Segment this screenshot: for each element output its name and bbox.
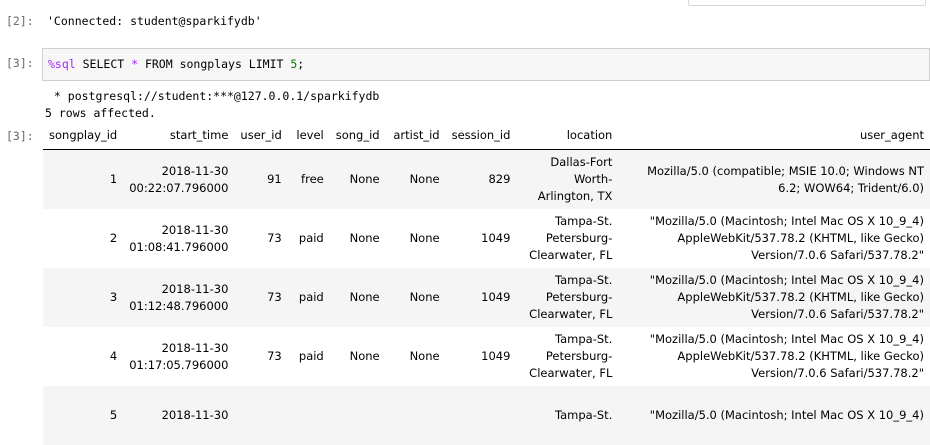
table-cell: None [409,172,440,186]
rows-affected-line: 5 rows affected. [45,106,156,120]
code-semicolon: ; [297,57,305,71]
output-prompt-2: [2]: [6,14,34,28]
code-from: FROM songplays LIMIT [138,57,291,71]
table-cell: "Mozilla/5.0 (Macintosh; Intel Mac OS X … [649,408,924,422]
table-row: 5 2018-11-30 Tampa-St. "Mozilla/5.0 (Mac… [43,386,930,445]
output-prompt-3: [3]: [6,129,34,143]
cell-2-output: 'Connected: student@sparkifydb' [47,14,262,28]
code-select: SELECT [75,57,132,71]
table-cell: 2018-11-30 01:12:48.796000 [129,281,229,313]
table-cell: Dallas-Fort Worth-Arlington, TX [537,155,613,203]
table-cell: None [349,172,380,186]
column-header: user_id [234,124,288,150]
table-cell: Mozilla/5.0 (compatible; MSIE 10.0; Wind… [647,163,924,195]
table-row: 2 2018-11-30 01:08:41.796000 73 paid Non… [43,209,930,268]
table-cell: Tampa-St. [555,408,613,422]
table-cell [234,386,287,445]
column-header: artist_id [385,124,446,150]
table-row: 3 2018-11-30 01:12:48.796000 73 paid Non… [43,268,930,327]
table-cell [446,386,517,445]
table-cell: Tampa-St. Petersburg-Clearwater, FL [529,332,613,380]
table-cell [330,386,386,445]
column-header: song_id [329,124,386,150]
previous-cell-box[interactable] [688,0,926,6]
table-cell: 2018-11-30 01:17:05.796000 [129,340,229,372]
table-row: 4 2018-11-30 01:17:05.796000 73 paid Non… [43,327,930,386]
table-cell: 4 [109,349,118,363]
input-prompt-3: [3]: [6,56,34,70]
code-editor[interactable]: %sql SELECT * FROM songplays LIMIT 5; [48,57,304,71]
column-header: session_id [445,124,517,150]
table-row: 1 2018-11-30 00:22:07.796000 91 free Non… [43,149,930,209]
table-cell: Tampa-St. Petersburg-Clearwater, FL [529,214,613,262]
table-cell: 2018-11-30 [161,408,229,422]
column-header: level [287,124,330,150]
table-cell: 91 [267,172,282,186]
table-cell: 3 [109,290,118,304]
table-cell: 1049 [481,231,511,245]
table-cell: 1049 [481,290,511,304]
table-header-row: songplay_id start_time user_id level son… [43,124,930,150]
sql-magic: %sql [48,57,76,71]
sql-connection-line: * postgresql://student:***@127.0.0.1/spa… [47,89,380,103]
column-header: start_time [123,124,235,150]
table-cell: 73 [267,349,282,363]
table-cell: None [349,231,380,245]
code-star: * [131,57,139,71]
table-cell: Tampa-St. Petersburg-Clearwater, FL [529,273,613,321]
table-cell: None [349,349,380,363]
table-cell: None [409,349,440,363]
column-header: location [516,124,619,150]
table-cell: 829 [488,172,511,186]
table-cell: paid [298,231,324,245]
table-cell: 5 [109,408,118,422]
table-cell: 2 [109,231,118,245]
table-cell: "Mozilla/5.0 (Macintosh; Intel Mac OS X … [649,273,924,321]
songplays-table: songplay_id start_time user_id level son… [43,124,930,445]
table-cell: 2018-11-30 01:08:41.796000 [129,222,229,254]
table-cell: paid [298,290,324,304]
table-cell: 2018-11-30 00:22:07.796000 [129,163,229,195]
table-cell: None [409,231,440,245]
table-cell: 1049 [481,349,511,363]
code-cell-3[interactable]: %sql SELECT * FROM songplays LIMIT 5; [42,48,930,81]
table-cell [288,386,330,445]
column-header: user_agent [618,124,930,150]
column-header: songplay_id [43,124,124,150]
table-cell: "Mozilla/5.0 (Macintosh; Intel Mac OS X … [649,332,924,380]
table-cell [386,386,446,445]
table-cell: None [409,290,440,304]
table-cell: paid [298,349,324,363]
table-cell: 73 [267,231,282,245]
table-cell: 1 [109,172,118,186]
table-cell: 73 [267,290,282,304]
table-cell: free [301,172,324,186]
table-cell: "Mozilla/5.0 (Macintosh; Intel Mac OS X … [649,214,924,262]
table-cell: None [349,290,380,304]
